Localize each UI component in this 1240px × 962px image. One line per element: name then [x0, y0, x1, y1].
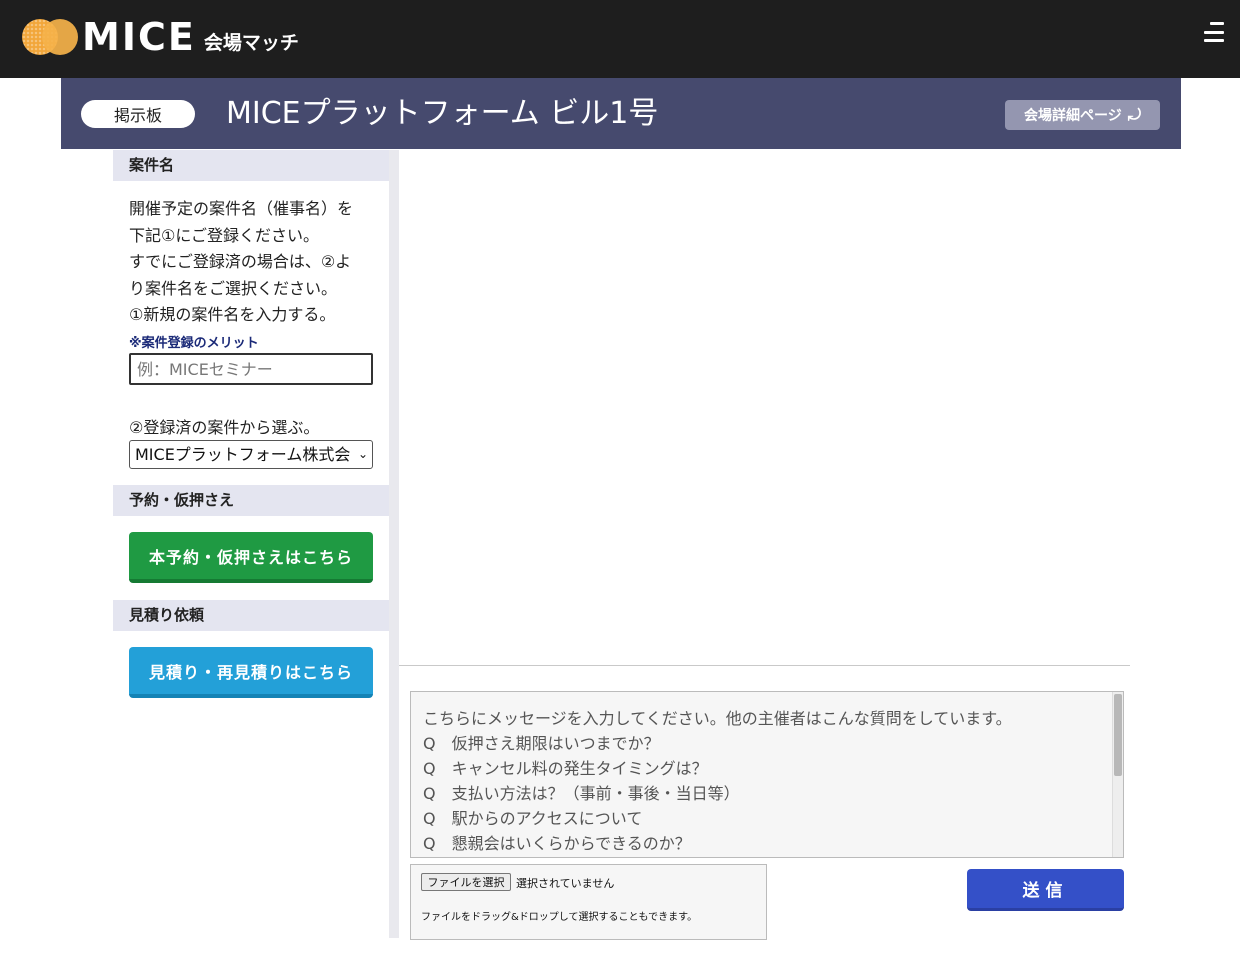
- instruction-line: り案件名をご選択ください。: [129, 278, 338, 298]
- placeholder-line: Q キャンセル料の発生タイミングは？: [423, 759, 708, 778]
- case-select-value: MICEプラットフォーム株式会: [135, 445, 351, 464]
- logo-subtitle: 会場マッチ: [203, 31, 299, 54]
- venue-title: MICEプラットフォーム ビル1号: [226, 96, 659, 131]
- instruction-line: すでにご登録済の場合は、②よ: [129, 252, 352, 271]
- site-logo[interactable]: MICE 会場マッチ: [22, 14, 299, 60]
- venue-detail-button[interactable]: 会場詳細ページ ⤾: [1005, 100, 1160, 130]
- placeholder-line: Q 支払い方法は？（事前・事後・当日等）: [423, 784, 740, 803]
- choose-file-button[interactable]: ファイルを選択: [421, 873, 511, 891]
- message-placeholder: こちらにメッセージを入力してください。他の主催者はこんな質問をしています。 Q …: [411, 692, 1123, 856]
- case-instructions: 開催予定の案件名（催事名）を 下記①にご登録ください。 すでにご登録済の場合は、…: [129, 196, 379, 329]
- select-case-label: ②登録済の案件から選ぶ。: [129, 418, 320, 437]
- section-heading-reservation: 予約・仮押さえ: [113, 485, 389, 516]
- board-badge: 掲示板: [81, 100, 195, 128]
- top-navigation-bar: MICE 会場マッチ: [0, 0, 1240, 78]
- return-arrow-icon: ⤾: [1127, 105, 1142, 124]
- chevron-down-icon: ⌄: [357, 447, 368, 461]
- venue-detail-label: 会場詳細ページ: [1023, 108, 1122, 124]
- reservation-button[interactable]: 本予約・仮押さえはこちら: [129, 532, 373, 583]
- placeholder-line: Q 駅からのアクセスについて: [423, 809, 643, 828]
- message-thread: [399, 150, 1130, 666]
- hamburger-menu-icon[interactable]: [1200, 20, 1224, 44]
- textarea-scrollbar[interactable]: [1112, 692, 1123, 857]
- case-merit-link[interactable]: ※案件登録のメリット: [129, 332, 259, 351]
- case-select-dropdown[interactable]: MICEプラットフォーム株式会 ⌄: [129, 440, 373, 469]
- case-name-input[interactable]: [129, 353, 373, 385]
- estimate-button[interactable]: 見積り・再見積りはこちら: [129, 647, 373, 698]
- message-textarea[interactable]: こちらにメッセージを入力してください。他の主催者はこんな質問をしています。 Q …: [410, 691, 1124, 858]
- sidebar: 案件名 開催予定の案件名（催事名）を 下記①にご登録ください。 すでにご登録済の…: [113, 150, 389, 938]
- send-button[interactable]: 送信: [967, 869, 1124, 911]
- file-status: 選択されていません: [516, 877, 615, 890]
- venue-header: 掲示板 MICEプラットフォーム ビル1号 会場詳細ページ ⤾: [61, 78, 1181, 149]
- sidebar-divider: [389, 150, 399, 938]
- placeholder-line: こちらにメッセージを入力してください。他の主催者はこんな質問をしています。: [423, 709, 1012, 728]
- section-heading-case: 案件名: [113, 150, 389, 181]
- placeholder-line: Q 懇親会はいくらからできるのか？: [423, 834, 691, 853]
- section-heading-estimate: 見積り依頼: [113, 600, 389, 631]
- placeholder-line: Q 仮押さえ期限はいつまでか？: [423, 734, 660, 753]
- logo-text: MICE: [82, 15, 196, 59]
- instruction-line: 開催予定の案件名（催事名）を: [129, 199, 354, 218]
- instruction-line: ①新規の案件名を入力する。: [129, 305, 336, 324]
- file-drop-hint: ファイルをドラッグ&ドロップして選択することもできます。: [421, 912, 698, 923]
- logo-circles-icon: [22, 17, 80, 57]
- scroll-thumb[interactable]: [1114, 694, 1122, 776]
- file-upload-area[interactable]: ファイルを選択 選択されていません ファイルをドラッグ&ドロップして選択すること…: [410, 864, 767, 940]
- instruction-line: 下記①にご登録ください。: [129, 225, 320, 245]
